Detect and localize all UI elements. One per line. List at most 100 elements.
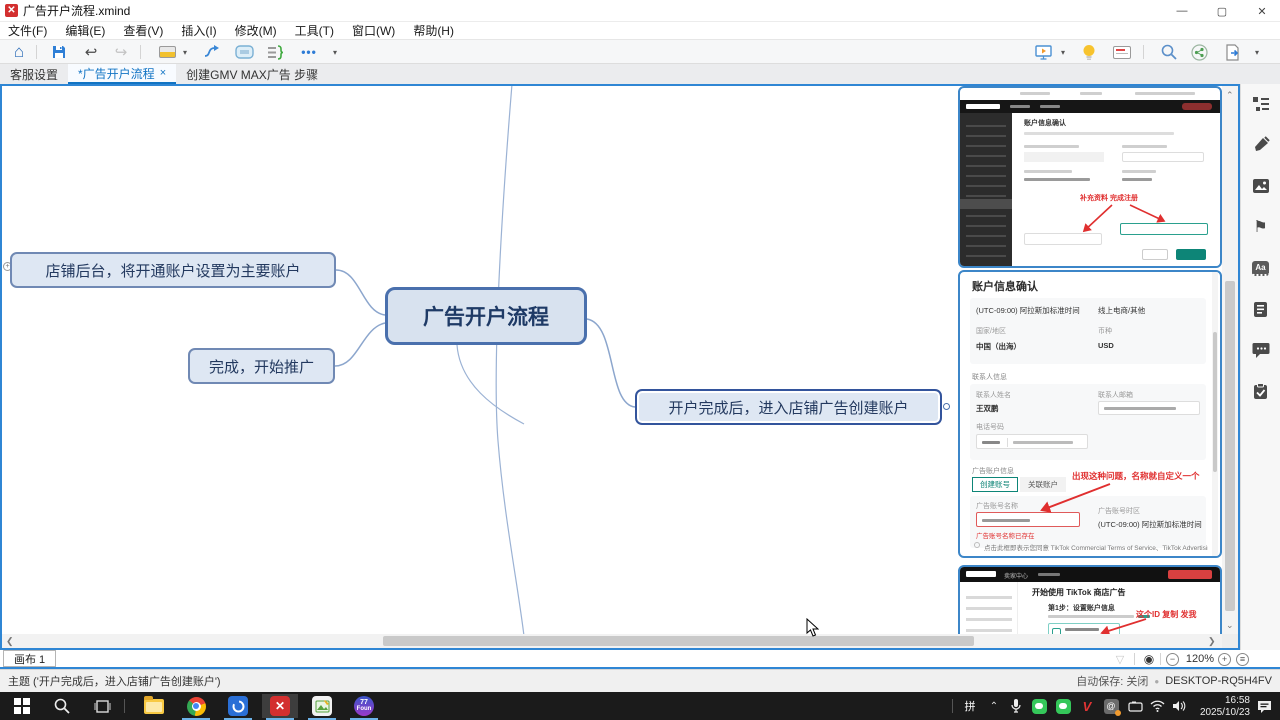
notification-center-icon[interactable] (1252, 694, 1276, 718)
outline-structure-icon[interactable] (1251, 94, 1271, 114)
toolbar-separator (36, 45, 37, 59)
autosave-status: 自动保存: 关闭 (1076, 673, 1148, 689)
menu-window[interactable]: 窗口(W) (352, 22, 395, 39)
menu-insert[interactable]: 插入(I) (181, 22, 216, 39)
start-button[interactable] (4, 694, 40, 718)
label-sticker-icon[interactable]: Aa (1251, 258, 1271, 278)
notes-icon[interactable] (1251, 299, 1271, 319)
format-brush-icon[interactable] (1251, 135, 1271, 155)
maximize-button[interactable]: ▢ (1202, 0, 1242, 22)
comment-icon[interactable] (1251, 340, 1271, 360)
shot1-modal: 账户信息确认 补充资料 完成注册 (1012, 113, 1220, 266)
note-card-icon[interactable] (1110, 42, 1134, 62)
task-clipboard-icon[interactable] (1251, 381, 1271, 401)
menu-modify[interactable]: 修改(M) (235, 22, 277, 39)
relationship-icon[interactable] (200, 42, 224, 62)
horizontal-scrollbar[interactable]: ❮ ❯ (2, 634, 1222, 648)
scroll-right-icon[interactable]: ❯ (1208, 634, 1216, 648)
tab-gmv-max[interactable]: 创建GMV MAX广告 步骤 (176, 64, 328, 84)
scroll-up-icon[interactable]: ⌃ (1226, 88, 1234, 102)
menu-file[interactable]: 文件(F) (8, 22, 47, 39)
export-icon[interactable] (1222, 42, 1244, 62)
blue-media-app-icon[interactable] (220, 694, 256, 718)
tab-close-icon[interactable]: × (160, 67, 166, 79)
mindmap-canvas[interactable]: + 店铺后台，将开通账户设置为主要账户 完成，开始推广 广告开户流程 开户完成后… (0, 84, 1240, 650)
scroll-down-icon[interactable]: ⌄ (1226, 618, 1234, 632)
sheetbar-separator (1160, 653, 1161, 665)
file-explorer-icon[interactable] (136, 694, 172, 718)
sheet-tab-canvas1[interactable]: 画布 1 (3, 650, 56, 667)
topic-finish-promote[interactable]: 完成，开始推广 (188, 348, 335, 384)
tab-kefu-shezhi[interactable]: 客服设置 (0, 64, 68, 84)
save-icon[interactable] (48, 42, 70, 62)
xmind-window: ✕ 广告开户流程.xmind — ▢ ✕ 文件(F) 编辑(E) 查看(V) 插… (0, 0, 1280, 720)
menu-edit[interactable]: 编辑(E) (65, 22, 105, 39)
more-tools-icon[interactable]: ••• (296, 42, 322, 62)
task-view-icon[interactable] (84, 694, 120, 718)
scrollbar-corner (1222, 634, 1238, 648)
insert-topic-dropdown-icon[interactable]: ▾ (180, 42, 190, 62)
zoom-out-button[interactable]: − (1166, 651, 1179, 667)
tab-guanggao-kaihu[interactable]: *广告开户流程× (68, 64, 176, 84)
zoom-fit-button[interactable]: ≡ (1236, 651, 1249, 667)
lightbulb-icon[interactable] (1078, 42, 1100, 62)
taskbar-search-icon[interactable] (44, 694, 80, 718)
zoom-in-button[interactable]: + (1218, 651, 1231, 667)
scroll-left-icon[interactable]: ❮ (6, 634, 14, 648)
tray-separator (952, 699, 953, 713)
annotation-arrow (960, 272, 1220, 558)
v-app-tray-icon[interactable]: V (1076, 694, 1098, 718)
confirm-button (1176, 249, 1206, 260)
status-dot-icon: ● (1154, 677, 1159, 686)
wechat-tray-icon[interactable] (1028, 694, 1050, 718)
redo-icon[interactable]: ↪ (110, 42, 132, 62)
wechat2-tray-icon[interactable] (1052, 694, 1074, 718)
microphone-tray-icon[interactable] (1006, 694, 1026, 718)
tray-clock[interactable]: 16:58 2025/10/23 (1192, 695, 1250, 719)
topic-open-account[interactable]: 开户完成后，进入店铺广告创建账户 (635, 389, 942, 425)
presentation-dropdown-icon[interactable]: ▾ (1058, 42, 1068, 62)
wifi-tray-icon[interactable] (1146, 694, 1168, 718)
attached-screenshot-confirm-overview[interactable]: 账户信息确认 补充资料 完成注册 (958, 86, 1222, 268)
placeholder-text (1135, 92, 1195, 95)
minimize-button[interactable]: — (1162, 0, 1202, 22)
vertical-scrollbar-thumb[interactable] (1225, 281, 1235, 611)
presentation-icon[interactable] (1032, 42, 1054, 62)
status-bar: 主题 ('开户完成后，进入店铺广告创建账户') 自动保存: 关闭 ● DESKT… (0, 669, 1280, 692)
undo-icon[interactable]: ↩ (80, 42, 102, 62)
attached-screenshot-confirm-detail[interactable]: 账户信息确认 (UTC-09:00) 阿拉斯加标准时间 线上电商/其他 国家/地… (958, 270, 1222, 558)
image-icon[interactable] (1251, 176, 1271, 196)
eye-icon[interactable]: ◉ (1140, 651, 1158, 667)
menu-tools[interactable]: 工具(T) (295, 22, 334, 39)
format-sidebar: ⚑ Aa (1240, 84, 1280, 650)
topic-store-backend[interactable]: 店铺后台，将开通账户设置为主要账户 (10, 252, 336, 288)
image-editor-app-icon[interactable] (304, 694, 340, 718)
menu-view[interactable]: 查看(V) (123, 22, 163, 39)
filter-icon[interactable]: ▽ (1112, 651, 1128, 667)
volume-tray-icon[interactable] (1168, 694, 1190, 718)
chrome-icon[interactable] (178, 694, 214, 718)
tray-expand-icon[interactable]: ⌃ (984, 694, 1004, 718)
marker-flag-icon[interactable]: ⚑ (1251, 217, 1271, 237)
selection-handle[interactable] (943, 403, 950, 410)
vertical-scrollbar[interactable]: ⌃ ⌄ (1222, 86, 1238, 634)
insert-topic-icon[interactable] (156, 42, 178, 62)
summary-icon[interactable] (264, 42, 288, 62)
central-topic[interactable]: 广告开户流程 (385, 287, 587, 345)
search-icon[interactable] (1158, 42, 1180, 62)
ime-indicator[interactable]: 拼 (958, 694, 982, 718)
zoom-level[interactable]: 120% (1184, 651, 1216, 667)
foun-app-icon[interactable]: 77Foun (346, 694, 382, 718)
close-button[interactable]: ✕ (1242, 0, 1280, 22)
export-dropdown-icon[interactable]: ▾ (1252, 42, 1262, 62)
home-icon[interactable]: ⌂ (8, 42, 30, 62)
device-tray-icon[interactable] (1124, 694, 1146, 718)
menu-help[interactable]: 帮助(H) (413, 22, 454, 39)
xmind-taskbar-icon[interactable]: ✕ (262, 694, 298, 718)
boundary-icon[interactable] (232, 42, 256, 62)
menu-bar: 文件(F) 编辑(E) 查看(V) 插入(I) 修改(M) 工具(T) 窗口(W… (0, 22, 1280, 40)
toolbar-dropdown-icon[interactable]: ▾ (330, 42, 340, 62)
horizontal-scrollbar-thumb[interactable] (383, 636, 974, 646)
at-app-tray-icon[interactable]: @ (1100, 694, 1122, 718)
share-icon[interactable] (1188, 42, 1210, 62)
